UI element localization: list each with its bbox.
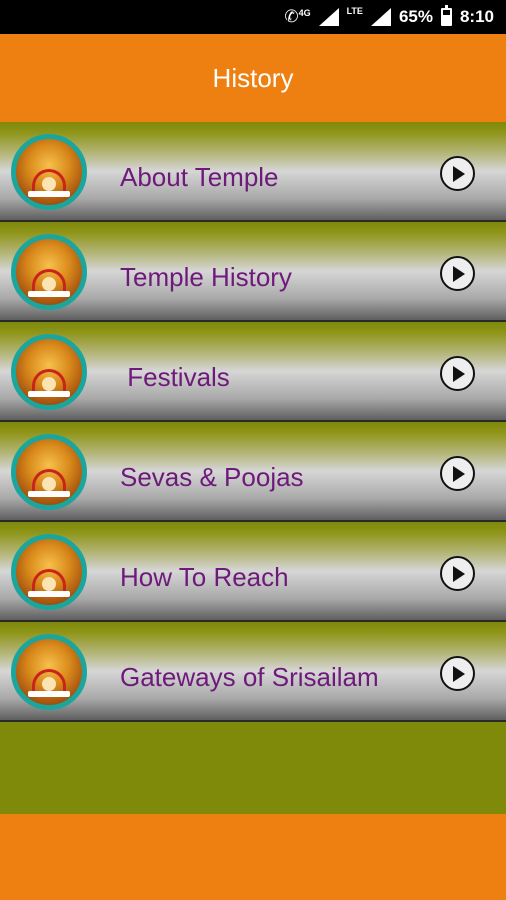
menu-item-festivals[interactable]: Festivals <box>0 322 506 422</box>
lte-label: LTE <box>346 6 363 16</box>
menu-item-label: Festivals <box>120 362 230 392</box>
bottom-bar <box>0 814 506 900</box>
menu-item-temple-history[interactable]: Temple History <box>0 222 506 322</box>
arrow-right-icon[interactable] <box>440 556 475 591</box>
battery-percent: 65% <box>398 7 433 26</box>
call-wifi-icon: ✆4G <box>284 7 311 26</box>
temple-thumbnail-icon <box>11 434 87 510</box>
page-title: History <box>212 62 294 93</box>
menu-item-sevas-poojas[interactable]: Sevas & Poojas <box>0 422 506 522</box>
arrow-right-icon[interactable] <box>440 356 475 391</box>
signal-icon-2 <box>370 8 391 26</box>
app-bar: History <box>0 34 506 122</box>
battery-icon <box>440 5 452 26</box>
menu-item-label: Sevas & Poojas <box>120 462 304 492</box>
temple-thumbnail-icon <box>11 334 87 410</box>
arrow-right-icon[interactable] <box>440 256 475 291</box>
menu-item-label: Gateways of Srisailam <box>120 662 379 692</box>
menu-item-about-temple[interactable]: About Temple <box>0 122 506 222</box>
temple-thumbnail-icon <box>11 134 87 210</box>
temple-thumbnail-icon <box>11 634 87 710</box>
menu-item-label: How To Reach <box>120 562 289 592</box>
status-bar: ✆4G LTE 65% 8:10 <box>0 0 506 34</box>
signal-icon <box>318 8 339 26</box>
temple-thumbnail-icon <box>11 534 87 610</box>
menu-item-how-to-reach[interactable]: How To Reach <box>0 522 506 622</box>
arrow-right-icon[interactable] <box>440 656 475 691</box>
temple-thumbnail-icon <box>11 234 87 310</box>
status-icons: ✆4G LTE 65% 8:10 <box>284 0 494 34</box>
clock: 8:10 <box>459 7 494 26</box>
network-label: 4G <box>298 8 311 18</box>
menu-item-gateways[interactable]: Gateways of Srisailam <box>0 622 506 722</box>
menu-list: About Temple Temple History Festivals Se… <box>0 122 506 722</box>
arrow-right-icon[interactable] <box>440 156 475 191</box>
arrow-right-icon[interactable] <box>440 456 475 491</box>
menu-item-label: About Temple <box>120 162 279 192</box>
menu-item-label: Temple History <box>120 262 292 292</box>
